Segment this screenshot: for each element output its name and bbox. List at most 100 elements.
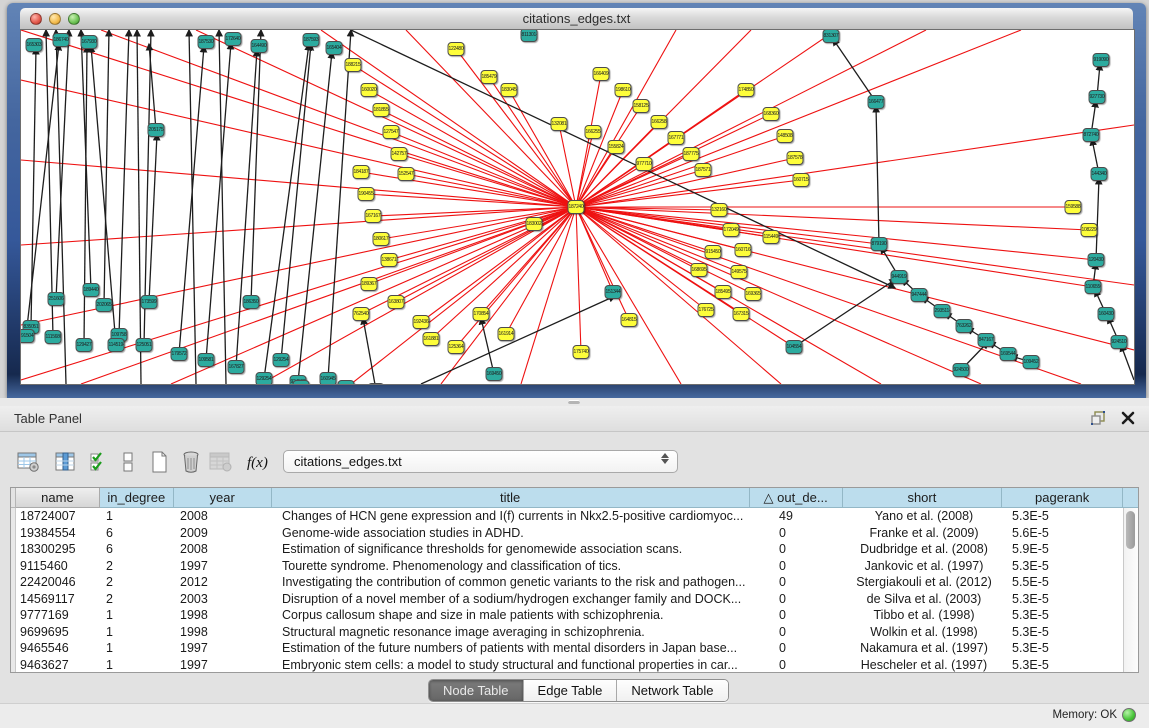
column-header-in_degree[interactable]: in_degree — [100, 488, 174, 508]
table-row[interactable]: 969969511998Structural magnetic resonanc… — [11, 624, 1138, 641]
graph-node[interactable]: 12925448 — [256, 372, 273, 385]
column-header-name[interactable]: name — [16, 488, 100, 508]
graph-node[interactable]: 7632621 — [956, 319, 973, 333]
graph-node[interactable]: 19645040 — [338, 380, 355, 385]
graph-node[interactable]: 15134457 — [605, 285, 622, 299]
column-header-year[interactable]: year — [174, 488, 272, 508]
graph-node[interactable]: 91545004 — [705, 245, 722, 259]
graph-node[interactable]: 12043040 — [1088, 253, 1105, 267]
graph-node[interactable]: 19045504 — [358, 187, 375, 201]
column-header-out_degree[interactable]: △ out_de... — [750, 488, 843, 508]
graph-node[interactable]: 18418704 — [353, 165, 370, 179]
graph-node[interactable]: 16836004 — [763, 107, 780, 121]
graph-node[interactable]: 16188104 — [423, 332, 440, 346]
column-header-short[interactable]: short — [843, 488, 1003, 508]
graph-node[interactable]: 14850803 — [777, 129, 794, 143]
graph-node[interactable]: 20517504 — [148, 123, 165, 137]
graph-node[interactable]: 2935114 — [934, 304, 951, 318]
graph-node[interactable]: 18674040 — [53, 33, 70, 47]
graph-node[interactable]: 16640910 — [593, 67, 610, 81]
float-panel-button[interactable] — [1089, 409, 1107, 427]
graph-node[interactable]: 16540410 — [326, 41, 343, 55]
graph-node[interactable]: 12925440 — [273, 353, 290, 367]
graph-node[interactable]: 17264040 — [225, 32, 242, 46]
table-settings-button[interactable] — [16, 449, 42, 475]
graph-node[interactable]: 16716704 — [365, 209, 382, 223]
graph-node[interactable]: 18944040 — [83, 283, 100, 297]
graph-node[interactable]: 18757804 — [787, 151, 804, 165]
graph-node[interactable]: 18304504 — [501, 83, 518, 97]
graph-node[interactable]: 17085404 — [473, 307, 490, 321]
graph-node[interactable]: 17459040 — [368, 383, 385, 385]
graph-node[interactable]: 17359924 — [141, 295, 158, 309]
graph-node[interactable]: 14434040 — [1091, 167, 1108, 181]
select-columns-button[interactable] — [52, 449, 78, 475]
graph-node[interactable]: 18821565 — [345, 58, 362, 72]
column-header-title[interactable]: title — [272, 488, 750, 508]
graph-node[interactable]: 10822904 — [1081, 223, 1098, 237]
graph-node[interactable]: 91909040 — [1093, 53, 1110, 67]
column-header-pagerank[interactable]: pagerank — [1002, 488, 1123, 508]
table-row[interactable]: 977716911998Corpus callosum shape and si… — [11, 607, 1138, 624]
graph-node[interactable]: 16071604 — [735, 243, 752, 257]
graph-node[interactable]: 12942737 — [76, 338, 93, 352]
table-row[interactable]: 1456911722003Disruption of a novel membe… — [11, 591, 1138, 608]
graph-node[interactable]: 16481504 — [621, 313, 638, 327]
graph-node[interactable]: 10455404 — [786, 340, 803, 354]
graph-node[interactable]: 16945040 — [486, 367, 503, 381]
graph-node[interactable]: 18757105 — [695, 163, 712, 177]
graph-node[interactable]: 12536404 — [448, 340, 465, 354]
graph-node[interactable]: 15958804 — [1065, 200, 1082, 214]
graph-node[interactable]: 17672504 — [698, 303, 715, 317]
graph-node[interactable]: 17957233 — [171, 347, 188, 361]
graph-node[interactable]: 18547904 — [481, 70, 498, 84]
graph-node[interactable]: 8915040 — [20, 329, 35, 343]
table-row[interactable]: 911546021997Tourette syndrome. Phenomeno… — [11, 558, 1138, 575]
table-row[interactable]: 1938455462009Genome-wide association stu… — [11, 525, 1138, 542]
panel-splitter[interactable] — [0, 398, 1149, 406]
delete-table-button[interactable] — [208, 449, 234, 475]
graph-node[interactable]: 18061704 — [373, 232, 390, 246]
tab-edge-table[interactable]: Edge Table — [524, 680, 618, 701]
window-titlebar[interactable]: citations_edges.txt — [20, 8, 1133, 30]
graph-node[interactable]: 15812504 — [633, 99, 650, 113]
graph-node[interactable]: 16380704 — [388, 295, 405, 309]
graph-node[interactable]: 16449040 — [251, 39, 268, 53]
graph-node[interactable]: 9474444 — [911, 288, 928, 302]
graph-node[interactable]: 15582404 — [608, 140, 625, 154]
graph-node[interactable]: 14957504 — [731, 265, 748, 279]
graph-node[interactable]: 18185504 — [373, 103, 390, 117]
graph-node[interactable]: 19861099 — [615, 83, 632, 97]
graph-node[interactable]: 20206535 — [96, 298, 113, 312]
graph-node[interactable]: 87274040 — [1083, 128, 1100, 142]
table-row[interactable]: 946362711997Embryonic stem cells: a mode… — [11, 657, 1138, 673]
graph-node[interactable]: 76254004 — [353, 307, 370, 321]
table-row[interactable]: 946554611997Estimation of the future num… — [11, 640, 1138, 657]
graph-node[interactable]: 11544904 — [763, 230, 780, 244]
graph-node[interactable]: 12248004 — [448, 42, 465, 56]
graph-node[interactable]: 11156803 — [45, 330, 62, 344]
graph-node[interactable]: 24845040 — [293, 380, 310, 385]
graph-node[interactable]: 16002030 — [361, 83, 378, 97]
delete-column-button[interactable] — [178, 449, 204, 475]
graph-node[interactable]: 15254704 — [398, 167, 415, 181]
graph-node[interactable]: 19243604 — [413, 315, 430, 329]
graph-node[interactable]: 13208104 — [551, 117, 568, 131]
graph-node[interactable]: 16782753 — [228, 360, 245, 374]
graph-node[interactable]: 11451940 — [108, 338, 125, 352]
graph-node[interactable]: 10958167 — [198, 353, 215, 367]
graph-node[interactable]: 18777504 — [683, 147, 700, 161]
graph-node[interactable]: 16793010 — [81, 35, 98, 49]
create-column-button[interactable] — [146, 449, 172, 475]
table-row[interactable]: 1830029562008Estimation of significance … — [11, 541, 1138, 558]
graph-node[interactable]: 16043040 — [1098, 307, 1115, 321]
column-checklist-button[interactable] — [86, 449, 112, 475]
network-canvas[interactable]: 1872400718300295188215651600203018185504… — [20, 29, 1135, 385]
table-row[interactable]: 2242004622012Investigating the contribut… — [11, 574, 1138, 591]
graph-node[interactable]: 16647794 — [868, 95, 885, 109]
graph-node[interactable]: 16625804 — [651, 115, 668, 129]
graph-node[interactable]: 8313074 — [823, 29, 840, 43]
graph-node[interactable]: 16191404 — [498, 327, 515, 341]
graph-node[interactable]: 11065504 — [1085, 280, 1102, 294]
graph-node[interactable]: 87919070 — [871, 237, 888, 251]
